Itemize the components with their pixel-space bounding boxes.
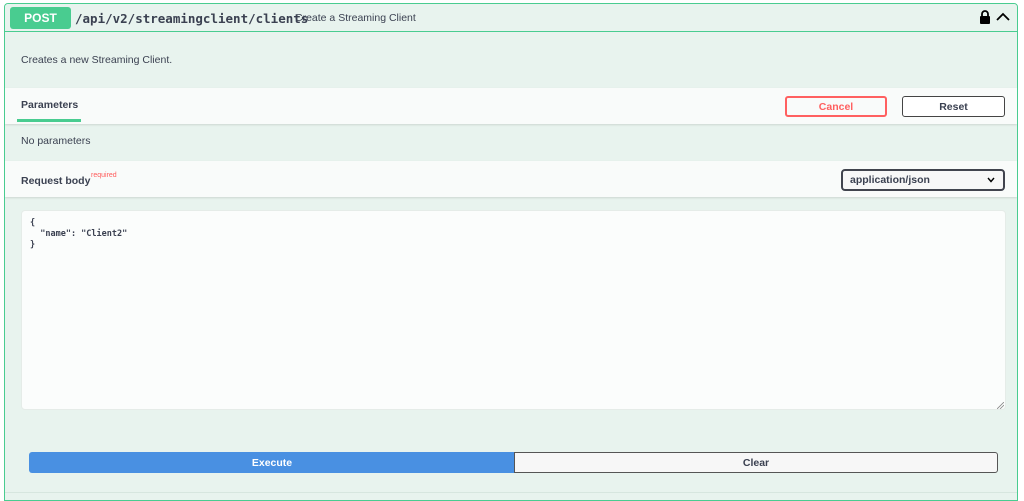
request-body-header: Request body required application/json xyxy=(5,161,1017,197)
operation-description: Creates a new Streaming Client. xyxy=(21,54,173,66)
operation-summary-text: Create a Streaming Client xyxy=(295,12,416,24)
chevron-down-icon xyxy=(987,177,995,183)
cancel-button[interactable]: Cancel xyxy=(785,96,887,117)
content-type-value: application/json xyxy=(850,174,930,186)
responses-section-edge xyxy=(5,492,1017,500)
http-method-badge: POST xyxy=(10,7,71,29)
execute-button[interactable]: Execute xyxy=(29,452,515,473)
no-parameters-text: No parameters xyxy=(21,135,91,147)
reset-button[interactable]: Reset xyxy=(902,96,1005,117)
chevron-up-icon[interactable] xyxy=(995,10,1011,24)
request-body-title: Request body xyxy=(21,175,91,187)
lock-icon[interactable] xyxy=(979,10,991,24)
required-marker: required xyxy=(91,172,117,179)
operation-summary[interactable]: POST /api/v2/streamingclient/clients Cre… xyxy=(5,4,1017,32)
clear-button[interactable]: Clear xyxy=(514,452,998,473)
request-body-editor[interactable]: { "name": "Client2" } xyxy=(21,210,1006,410)
tab-parameters[interactable]: Parameters xyxy=(21,99,78,111)
operation-block: POST /api/v2/streamingclient/clients Cre… xyxy=(4,3,1018,501)
resize-handle-icon[interactable] xyxy=(997,402,1004,409)
content-type-select[interactable]: application/json xyxy=(841,169,1005,191)
endpoint-path: /api/v2/streamingclient/clients xyxy=(75,11,309,26)
tab-active-indicator xyxy=(17,119,81,122)
parameters-header: Parameters Cancel Reset xyxy=(5,88,1017,124)
